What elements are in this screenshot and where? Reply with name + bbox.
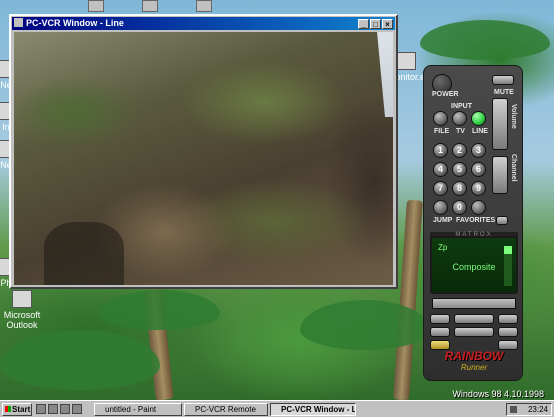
quicklaunch-desktop-icon[interactable] [60, 404, 70, 414]
file-button[interactable] [433, 111, 448, 126]
video-display[interactable] [14, 32, 393, 285]
volume-label: Volume [510, 104, 517, 129]
tv-mode-button[interactable] [496, 216, 508, 225]
digit-5-button[interactable]: 5 [452, 162, 467, 177]
jump-label: JUMP [433, 217, 453, 224]
window-title: PC-VCR Window - Line [26, 18, 124, 28]
jump-button[interactable] [433, 200, 448, 215]
lcd-top-text: Zp [438, 243, 448, 252]
windows-logo-icon [5, 406, 11, 412]
favorites-button[interactable] [471, 200, 486, 215]
start-button[interactable]: Start [2, 403, 32, 416]
volume-up-button[interactable] [492, 98, 508, 150]
top-desktop-icons [88, 0, 250, 12]
task-pc-vcr-window[interactable]: PC-VCR Window - Line [270, 403, 356, 416]
maximize-button[interactable]: □ [370, 19, 381, 29]
tv-label: TV [456, 128, 465, 135]
palm-frond [0, 330, 160, 390]
palm-frond [420, 20, 550, 60]
desktop-icon[interactable] [142, 0, 158, 12]
pause-button[interactable] [430, 327, 450, 337]
digit-7-button[interactable]: 7 [433, 181, 448, 196]
line-button[interactable] [471, 111, 486, 126]
rainbow-runner-logo: RAINBOW [444, 349, 504, 363]
channel-button[interactable] [492, 156, 508, 194]
lcd-display: Zp Composite [430, 236, 518, 294]
file-label: FILE [434, 128, 450, 135]
lcd-level-meter [504, 246, 512, 286]
quicklaunch-outlook-icon[interactable] [48, 404, 58, 414]
power-label: POWER [432, 91, 459, 98]
mute-button[interactable] [492, 75, 514, 85]
tv-button[interactable] [452, 111, 467, 126]
fast-forward-button[interactable] [498, 314, 518, 324]
monitor-icon [396, 52, 416, 70]
input-label: INPUT [451, 103, 472, 110]
rewind-button[interactable] [430, 314, 450, 324]
channel-label: Channel [510, 154, 517, 182]
os-version-text: Windows 98 4.10.1998 [452, 389, 544, 399]
pc-vcr-remote[interactable]: POWER MUTE INPUT FILE TV LINE Volume Cha… [423, 65, 523, 381]
palm-frond [100, 290, 220, 330]
video-sky [377, 32, 393, 117]
record-button[interactable] [498, 327, 518, 337]
desktop-icon[interactable] [196, 0, 212, 12]
digit-3-button[interactable]: 3 [471, 143, 486, 158]
digit-2-button[interactable]: 2 [452, 143, 467, 158]
desktop-icon[interactable] [88, 0, 104, 12]
digit-9-button[interactable]: 9 [471, 181, 486, 196]
play-button[interactable] [454, 314, 494, 324]
outlook-icon [12, 290, 32, 308]
taskbar: Start untitled - Paint PC-VCR Remote PC-… [0, 400, 554, 417]
minimize-button[interactable]: _ [358, 19, 369, 29]
digit-6-button[interactable]: 6 [471, 162, 486, 177]
window-titlebar[interactable]: PC-VCR Window - Line _ □ × [12, 17, 395, 30]
quicklaunch-browser-icon[interactable] [36, 404, 46, 414]
system-tray: 23:24 [506, 403, 552, 416]
favorites-label: FAVORITES [456, 217, 496, 224]
close-button[interactable]: × [382, 19, 393, 29]
quicklaunch-channels-icon[interactable] [72, 404, 82, 414]
clock[interactable]: 23:24 [528, 405, 548, 414]
logo-subtitle: Runner [460, 363, 488, 372]
mute-label: MUTE [494, 89, 514, 96]
speaker-icon[interactable] [510, 406, 517, 413]
digit-8-button[interactable]: 8 [452, 181, 467, 196]
desktop-icon-outlook[interactable]: Microsoft Outlook [2, 290, 42, 330]
line-label: LINE [472, 128, 488, 135]
digit-4-button[interactable]: 4 [433, 162, 448, 177]
video-shadow [44, 222, 124, 285]
task-pc-vcr-remote[interactable]: PC-VCR Remote [184, 403, 268, 416]
stop-button[interactable] [454, 327, 494, 337]
pc-vcr-window[interactable]: PC-VCR Window - Line _ □ × [9, 14, 398, 289]
digit-0-button[interactable]: 0 [452, 200, 467, 215]
digit-1-button[interactable]: 1 [433, 143, 448, 158]
remote-control-strip[interactable] [432, 298, 516, 309]
app-icon [14, 18, 23, 27]
task-paint[interactable]: untitled - Paint [94, 403, 182, 416]
